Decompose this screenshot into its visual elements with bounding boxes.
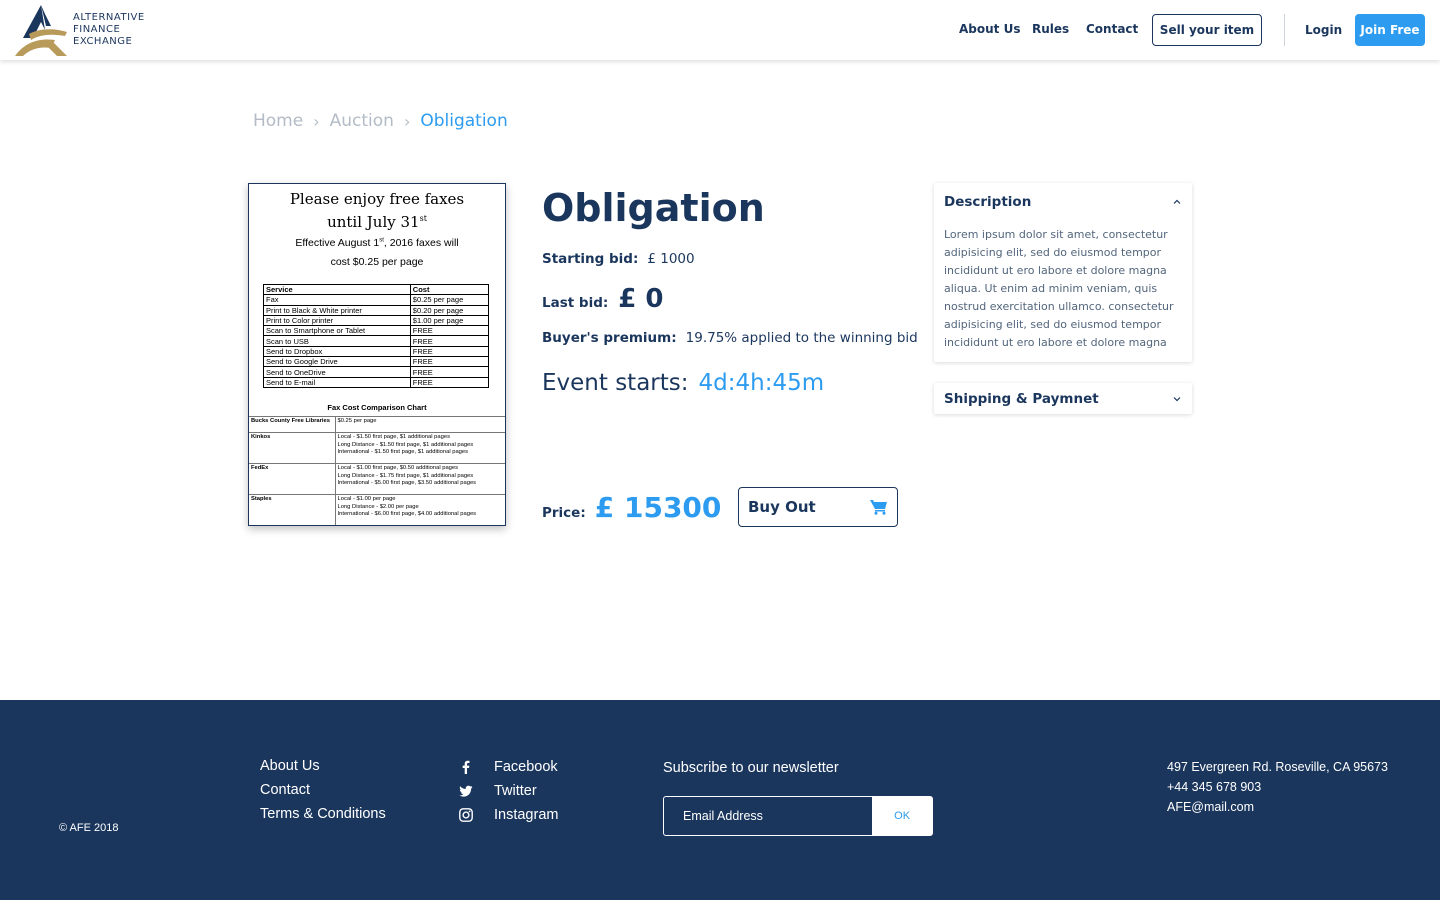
starting-bid-value: £ 1000 bbox=[647, 251, 695, 267]
last-bid-row: Last bid: £ 0 bbox=[542, 284, 664, 314]
logo-line: EXCHANGE bbox=[73, 36, 133, 47]
table-header: Cost bbox=[409, 283, 490, 296]
social-twitter[interactable]: Twitter bbox=[459, 783, 537, 799]
twitter-icon bbox=[459, 785, 473, 797]
premium-row: Buyer's premium: 19.75% applied to the w… bbox=[542, 330, 918, 346]
last-bid-label: Last bid: bbox=[542, 295, 609, 311]
breadcrumb-auction[interactable]: Auction bbox=[330, 111, 394, 131]
table-row: Print to Black & White printer $0.20 per … bbox=[263, 304, 490, 316]
description-title: Description bbox=[944, 194, 1032, 210]
social-instagram[interactable]: Instagram bbox=[459, 807, 558, 823]
product-title: Obligation bbox=[542, 186, 765, 230]
breadcrumb-home[interactable]: Home bbox=[253, 111, 303, 131]
table-row: Send to Dropbox FREE bbox=[263, 345, 490, 358]
footer-link-contact[interactable]: Contact bbox=[260, 782, 310, 798]
facebook-icon bbox=[462, 760, 470, 774]
copyright: © AFE 2018 bbox=[59, 822, 119, 834]
product-image[interactable]: Please enjoy free faxes until July 31st … bbox=[248, 183, 506, 526]
afe-logo[interactable]: ALTERNATIVE FINANCE EXCHANGE bbox=[15, 4, 155, 56]
table-row: Send to OneDrive FREE bbox=[263, 366, 490, 378]
facebook-label: Facebook bbox=[494, 759, 558, 775]
contact-phone: +44 345 678 903 bbox=[1167, 780, 1262, 794]
logo-text: ALTERNATIVE FINANCE EXCHANGE bbox=[73, 12, 145, 48]
nav-rules[interactable]: Rules bbox=[1032, 22, 1069, 36]
shipping-title: Shipping & Paymnet bbox=[944, 390, 1099, 407]
site-header: ALTERNATIVE FINANCE EXCHANGE About Us Ru… bbox=[0, 0, 1440, 60]
chevron-up-icon bbox=[1173, 199, 1181, 204]
table-row: Fax $0.25 per page bbox=[263, 294, 490, 306]
footer-link-terms[interactable]: Terms & Conditions bbox=[260, 806, 386, 822]
event-row: Event starts: 4d:4h:45m bbox=[542, 370, 824, 396]
logo-mark-icon bbox=[15, 5, 67, 56]
contact-email[interactable]: AFE@mail.com bbox=[1167, 800, 1254, 814]
description-header[interactable]: Description bbox=[934, 183, 1192, 221]
nav-contact[interactable]: Contact bbox=[1086, 22, 1138, 36]
site-footer: © AFE 2018 About Us Contact Terms & Cond… bbox=[0, 700, 1440, 900]
shipping-header[interactable]: Shipping & Paymnet bbox=[934, 383, 1192, 414]
buy-out-label: Buy Out bbox=[748, 498, 816, 516]
join-free-button[interactable]: Join Free bbox=[1355, 14, 1425, 46]
premium-value: 19.75% applied to the winning bid bbox=[685, 330, 918, 346]
logo-line: FINANCE bbox=[73, 24, 121, 35]
logo-line: ALTERNATIVE bbox=[73, 12, 145, 23]
newsletter-title: Subscribe to our newsletter bbox=[663, 760, 839, 776]
table-row: Staples Local - $1.00 per page Long Dista… bbox=[249, 494, 505, 525]
chevron-right-icon: › bbox=[313, 111, 320, 131]
table-row: Send to Google Drive FREE bbox=[263, 356, 490, 368]
contact-address: 497 Evergreen Rd. Roseville, CA 95673 bbox=[1167, 760, 1388, 774]
table-row: Scan to Smartphone or Tablet FREE bbox=[263, 325, 490, 337]
sell-item-button[interactable]: Sell your item bbox=[1152, 14, 1262, 46]
table-row: Print to Color printer $1.00 per page bbox=[263, 314, 490, 327]
chevron-right-icon: › bbox=[403, 111, 411, 131]
event-countdown: 4d:4h:45m bbox=[698, 370, 825, 396]
instagram-icon bbox=[459, 808, 473, 822]
breadcrumb: Home › Auction › Obligation bbox=[253, 111, 508, 131]
price-row: Price: £ 15300 bbox=[542, 491, 721, 524]
doc-effective-line1: Effective August 1st, 2016 faxes will bbox=[295, 237, 459, 249]
last-bid-value: £ 0 bbox=[618, 284, 664, 314]
breadcrumb-current: Obligation bbox=[420, 111, 508, 131]
starting-bid-label: Starting bid: bbox=[542, 251, 639, 267]
table-row: Kinkos Local - $1.50 first page, $1 addi… bbox=[249, 432, 505, 464]
twitter-label: Twitter bbox=[494, 783, 537, 799]
cart-icon bbox=[870, 500, 887, 515]
premium-label: Buyer's premium: bbox=[542, 330, 677, 346]
service-cost-table: Service Cost Fax $0.25 per page Print to … bbox=[263, 283, 490, 388]
table-row: FedEx Local - $1.00 first page, $0.50 ad… bbox=[249, 463, 505, 495]
nav-divider bbox=[1284, 14, 1285, 46]
starting-bid-row: Starting bid: £ 1000 bbox=[542, 251, 695, 267]
comparison-title: Fax Cost Comparison Chart bbox=[327, 403, 427, 412]
comparison-table: Bucks County Free Libraries $0.25 per pa… bbox=[249, 416, 505, 525]
price-label: Price: bbox=[542, 505, 586, 521]
shipping-panel: Shipping & Paymnet bbox=[934, 383, 1192, 414]
table-row: Send to E-mail FREE bbox=[263, 376, 490, 388]
doc-title-line1: Please enjoy free faxes bbox=[289, 190, 465, 208]
social-facebook[interactable]: Facebook bbox=[459, 759, 558, 775]
description-panel: Description Lorem ipsum dolor sit amet, … bbox=[934, 183, 1192, 362]
table-header: Service bbox=[263, 283, 411, 296]
table-row: Bucks County Free Libraries $0.25 per pa… bbox=[249, 416, 505, 433]
buy-out-button[interactable]: Buy Out bbox=[738, 487, 898, 527]
footer-link-about[interactable]: About Us bbox=[260, 758, 320, 774]
event-label: Event starts: bbox=[542, 370, 689, 396]
price-value: £ 15300 bbox=[594, 491, 722, 524]
subscribe-ok-button[interactable]: OK bbox=[872, 797, 932, 835]
description-body: Lorem ipsum dolor sit amet, consectetur … bbox=[944, 228, 1174, 349]
doc-effective-line2: cost $0.25 per page bbox=[330, 256, 424, 268]
chevron-down-icon bbox=[1173, 396, 1181, 401]
nav-about-us[interactable]: About Us bbox=[959, 22, 1020, 36]
doc-title-line2: until July 31st bbox=[327, 213, 427, 231]
newsletter-form: OK bbox=[663, 796, 933, 836]
login-link[interactable]: Login bbox=[1305, 23, 1342, 37]
instagram-label: Instagram bbox=[494, 807, 559, 823]
email-input[interactable] bbox=[664, 797, 873, 835]
table-row: Scan to USB FREE bbox=[263, 335, 490, 347]
